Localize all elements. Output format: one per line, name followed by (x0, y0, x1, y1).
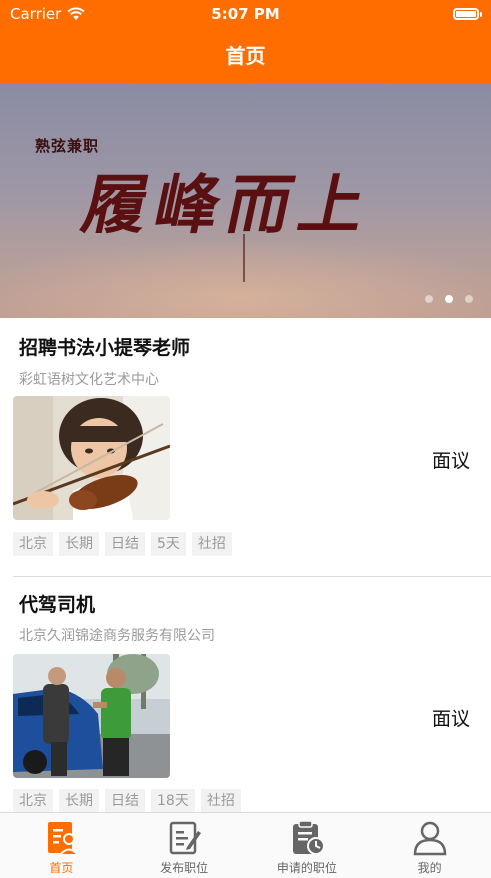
tag-settlement: 日结 (105, 532, 145, 556)
battery-icon (453, 8, 482, 20)
job-title: 招聘书法小提琴老师 (19, 337, 191, 359)
clipboard-clock-icon (292, 820, 325, 855)
salary-label: 面议 (431, 450, 470, 472)
banner-carousel[interactable]: 熟弦兼职 履峰而上 (0, 84, 491, 318)
user-profile-icon (413, 821, 446, 856)
banner-stroke (243, 234, 245, 282)
tab-post-job-label: 发布职位 (160, 861, 209, 875)
job-thumbnail (13, 396, 170, 520)
banner-background (0, 238, 491, 318)
tab-home-label: 首页 (49, 861, 74, 875)
tab-applied-jobs-label: 申请的职位 (276, 861, 337, 875)
tag-settlement: 日结 (105, 789, 145, 813)
company-name: 彩虹语树文化艺术中心 (19, 372, 159, 388)
tab-post-job[interactable]: 发布职位 (123, 813, 246, 878)
job-card[interactable]: 代驾司机 北京久润锦途商务服务有限公司 面议 北京 长期 日结 18天 社招 (0, 577, 491, 813)
banner-calligraphy-title: 履峰而上 (75, 168, 380, 243)
job-title: 代驾司机 (19, 594, 96, 616)
carousel-dot[interactable] (425, 295, 433, 303)
carousel-dot[interactable] (465, 295, 473, 303)
tab-home[interactable]: 首页 (0, 813, 123, 878)
tab-mine[interactable]: 我的 (368, 813, 491, 878)
tab-bar: 首页 发布职位 申请的职位 我的 (0, 812, 491, 878)
tag-duration: 长期 (59, 789, 99, 813)
job-tags: 北京 长期 日结 5天 社招 (13, 532, 232, 556)
job-tags: 北京 长期 日结 18天 社招 (13, 789, 241, 813)
carousel-dots (425, 295, 473, 303)
tag-days: 5天 (151, 532, 186, 556)
tag-days: 18天 (151, 789, 195, 813)
tag-location: 北京 (13, 789, 53, 813)
tab-mine-label: 我的 (417, 861, 442, 875)
tag-hire-type: 社招 (191, 532, 232, 556)
job-card[interactable]: 招聘书法小提琴老师 彩虹语树文化艺术中心 面议 北京 长期 日结 5天 社招 (0, 318, 491, 576)
status-bar: Carrier 5:07 PM (0, 0, 491, 30)
job-thumbnail (13, 654, 170, 778)
edit-document-icon (169, 821, 202, 855)
carousel-dot-active[interactable] (445, 295, 453, 303)
tag-location: 北京 (13, 532, 53, 556)
nav-bar: 首页 (0, 30, 491, 84)
violin-player-image (13, 396, 170, 520)
company-name: 北京久润锦途商务服务有限公司 (19, 628, 215, 644)
status-time: 5:07 PM (211, 5, 280, 23)
driver-car-image (13, 654, 170, 778)
tab-applied-jobs[interactable]: 申请的职位 (246, 813, 369, 878)
tag-hire-type: 社招 (200, 789, 241, 813)
banner-small-title: 熟弦兼职 (35, 137, 100, 155)
tag-duration: 长期 (59, 532, 99, 556)
page-title: 首页 (225, 44, 266, 68)
salary-label: 面议 (431, 708, 470, 730)
home-document-icon (48, 822, 81, 856)
